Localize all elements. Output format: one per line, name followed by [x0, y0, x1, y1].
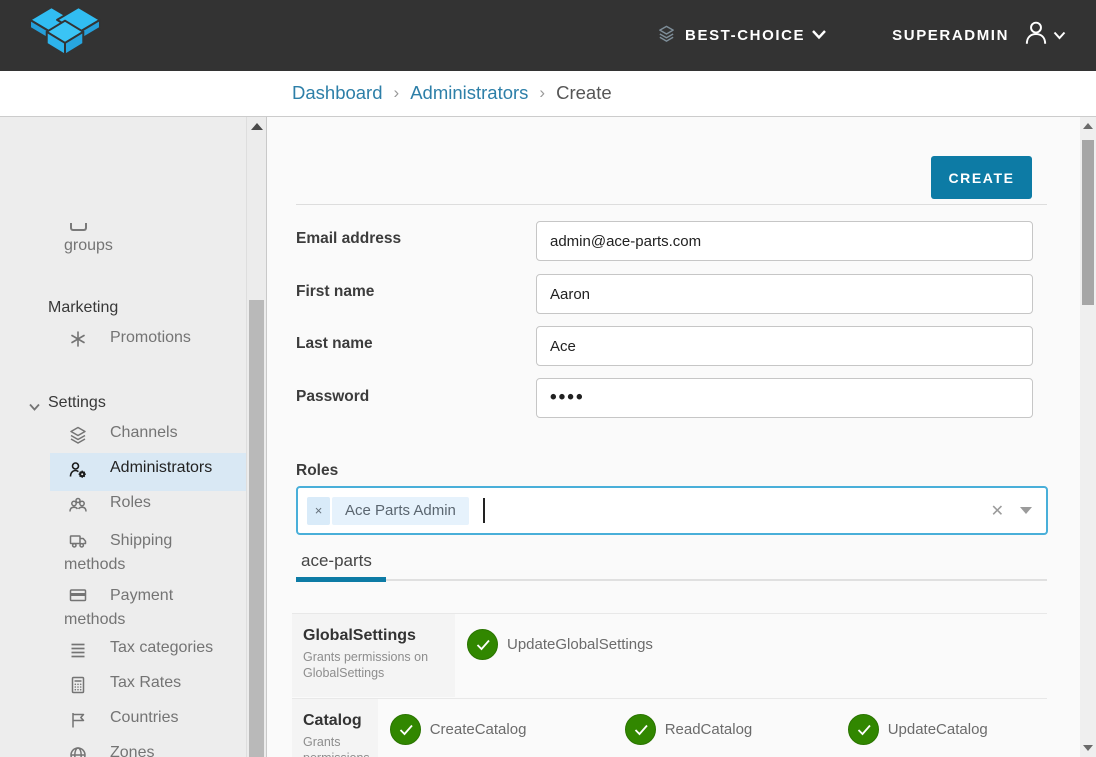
content-divider — [266, 117, 267, 757]
permission-item: UpdateCatalog — [848, 713, 1083, 745]
permission-group-description: Grants permissions on GlobalSettings — [303, 649, 447, 681]
create-button[interactable]: CREATE — [931, 156, 1032, 199]
sidebar-item-promotions[interactable]: Promotions — [110, 329, 191, 347]
tab-ace-parts[interactable]: ace-parts — [301, 551, 372, 571]
sidebar-item-tax-rates[interactable]: Tax Rates — [110, 674, 181, 692]
text-cursor — [483, 498, 485, 523]
users-icon — [68, 495, 88, 515]
list-icon — [68, 640, 88, 660]
permission-group-cell: GlobalSettings Grants permissions on Glo… — [292, 614, 455, 697]
permission-label: CreateCatalog — [430, 721, 527, 738]
channel-name: BEST-CHOICE — [685, 27, 805, 44]
breadcrumb-administrators[interactable]: Administrators — [410, 82, 528, 104]
layers-icon — [657, 24, 676, 48]
channel-switcher[interactable]: BEST-CHOICE — [657, 24, 827, 48]
chip-remove-button[interactable]: × — [307, 497, 330, 525]
permission-item: CreateCatalog — [390, 713, 625, 745]
roles-label: Roles — [296, 462, 338, 480]
sidebar-item-shipping-methods[interactable]: Shipping methods — [64, 529, 172, 577]
calculator-icon — [68, 675, 88, 695]
main-scrollbar-thumb[interactable] — [1082, 140, 1094, 305]
sidebar-item-customer-groups[interactable]: groups — [64, 237, 113, 255]
flag-icon — [68, 710, 88, 730]
permission-label: UpdateCatalog — [888, 721, 988, 738]
breadcrumb: Dashboard › Administrators › Create — [292, 82, 612, 104]
layers-icon — [68, 425, 88, 445]
chevron-down-icon — [811, 27, 827, 45]
permission-toggles: UpdateGlobalSettings — [455, 614, 1047, 697]
asterisk-icon — [68, 329, 88, 349]
sidebar-item-payment-methods[interactable]: Payment methods — [64, 584, 173, 632]
password-field[interactable] — [536, 378, 1033, 418]
top-bar-right: BEST-CHOICE SUPERADMIN — [657, 0, 1066, 71]
first-name-field[interactable] — [536, 274, 1033, 314]
scroll-down-icon[interactable] — [1083, 745, 1093, 751]
password-label: Password — [296, 388, 521, 406]
sidebar-item-zones[interactable]: Zones — [110, 744, 154, 757]
chevron-down-icon[interactable] — [28, 399, 41, 417]
sidebar-item-roles[interactable]: Roles — [110, 494, 151, 512]
sidebar-item-administrators[interactable]: Administrators — [110, 459, 212, 477]
sidebar-section-settings[interactable]: Settings — [48, 394, 106, 412]
last-name-label: Last name — [296, 335, 521, 353]
sidebar-scrollbar[interactable] — [246, 117, 266, 757]
breadcrumb-dashboard[interactable]: Dashboard — [292, 82, 383, 104]
permission-toggles: CreateCatalog ReadCatalog UpdateCatalog — [378, 699, 1083, 757]
permission-row-globalsettings: GlobalSettings Grants permissions on Glo… — [292, 613, 1047, 697]
sidebar-item-channels[interactable]: Channels — [110, 424, 178, 442]
sidebar-scrollbar-thumb[interactable] — [249, 300, 264, 757]
user-menu[interactable]: SUPERADMIN — [883, 18, 1066, 53]
first-name-label: First name — [296, 283, 521, 301]
breadcrumb-create: Create — [556, 82, 612, 104]
sidebar-item-tax-categories[interactable]: Tax categories — [110, 639, 213, 657]
email-label: Email address — [296, 230, 521, 248]
email-field[interactable] — [536, 221, 1033, 261]
sidebar-nav: groups Marketing Promotions Settings Cha… — [0, 117, 246, 757]
toggle-on-icon[interactable] — [467, 629, 498, 660]
scroll-up-icon[interactable] — [1083, 123, 1093, 129]
permission-label: ReadCatalog — [665, 721, 753, 738]
user-name: SUPERADMIN — [892, 27, 1009, 44]
admin-user-gear-icon — [68, 460, 88, 480]
roles-multiselect[interactable]: × Ace Parts Admin ✕ — [296, 486, 1048, 535]
users-icon — [70, 223, 87, 231]
breadcrumb-separator: › — [539, 83, 545, 103]
role-chip: Ace Parts Admin — [332, 497, 469, 525]
top-bar: BEST-CHOICE SUPERADMIN — [0, 0, 1096, 71]
dropdown-caret-icon[interactable] — [1020, 507, 1032, 514]
permission-group-title: Catalog — [303, 712, 370, 730]
clear-icon[interactable]: ✕ — [991, 501, 1004, 521]
toggle-on-icon[interactable] — [625, 714, 656, 745]
permission-item: ReadCatalog — [625, 713, 848, 745]
toggle-on-icon[interactable] — [848, 714, 879, 745]
permission-row-catalog: Catalog Grants permissions on Products, … — [292, 698, 1047, 757]
scroll-up-icon[interactable] — [251, 123, 263, 130]
chevron-down-icon — [1053, 27, 1066, 45]
sidebar-section-marketing: Marketing — [48, 299, 118, 317]
permission-group-cell: Catalog Grants permissions on Products, … — [292, 699, 378, 757]
active-tab-underline — [296, 577, 386, 582]
last-name-field[interactable] — [536, 326, 1033, 366]
sidebar-item-countries[interactable]: Countries — [110, 709, 178, 727]
globe-icon — [68, 745, 88, 757]
main-scrollbar[interactable] — [1080, 117, 1096, 757]
permission-item: UpdateGlobalSettings — [467, 628, 702, 660]
form-divider — [296, 204, 1047, 205]
vendure-logo-icon[interactable] — [25, 4, 105, 71]
permission-label: UpdateGlobalSettings — [507, 636, 653, 653]
breadcrumb-separator: › — [394, 83, 400, 103]
app-window: BEST-CHOICE SUPERADMIN — [0, 0, 1096, 757]
breadcrumb-bar: Dashboard › Administrators › Create — [0, 71, 1096, 117]
person-icon — [1022, 18, 1050, 53]
tab-bar-line — [296, 579, 1047, 581]
toggle-on-icon[interactable] — [390, 714, 421, 745]
permission-group-title: GlobalSettings — [303, 627, 447, 645]
permission-group-description: Grants permissions on Products, Facets — [303, 734, 370, 757]
